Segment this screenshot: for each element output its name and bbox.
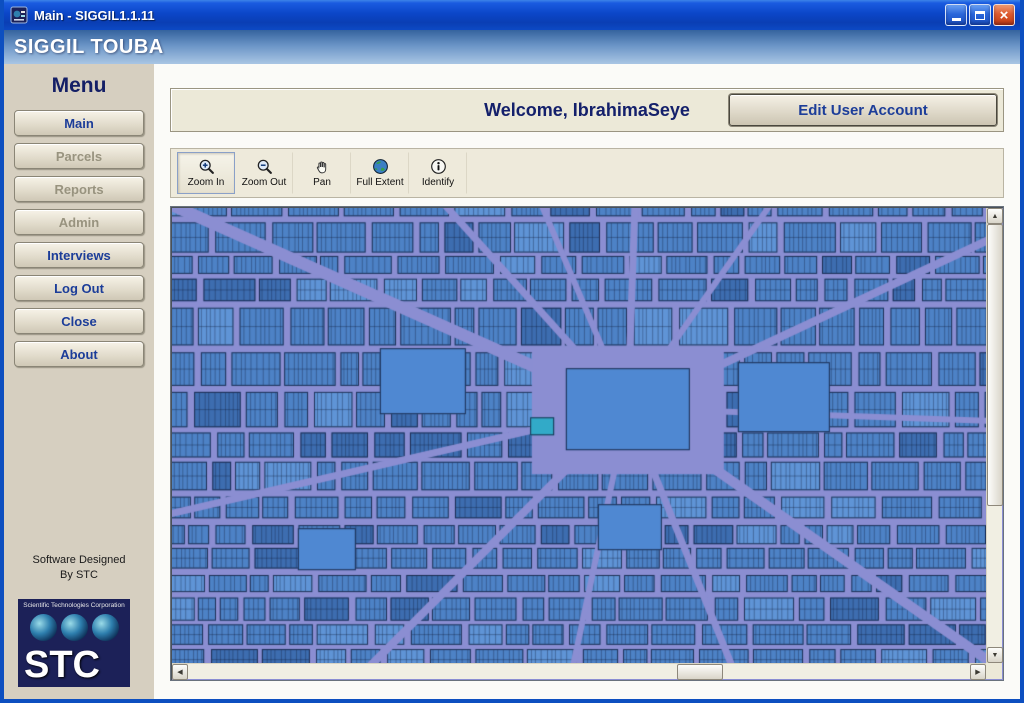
scrollbar-corner [986, 663, 1002, 679]
zoom-out-icon [257, 159, 272, 174]
pan-hand-icon [316, 161, 326, 174]
zoom-in-label: Zoom In [187, 177, 225, 188]
window-body: Menu Main Parcels Reports Admin Intervie… [4, 64, 1020, 699]
map-frame: ▲ ▼ ◀ ▶ [170, 206, 1004, 681]
minimize-button[interactable] [945, 4, 967, 26]
zoom-in-button[interactable]: Zoom In [177, 152, 235, 194]
zoom-in-icon [199, 159, 214, 174]
pan-label: Pan [313, 177, 331, 188]
app-window: Main - SIGGIL1.1.11 × SIGGIL TOUBA Menu … [0, 0, 1024, 703]
close-icon: × [999, 6, 1009, 24]
credit-line-1: Software Designed [32, 554, 126, 567]
scroll-down-button[interactable]: ▼ [987, 647, 1003, 663]
welcome-text: Welcome, IbrahimaSeye [484, 99, 690, 120]
app-icon[interactable] [10, 6, 28, 24]
zoom-out-button[interactable]: Zoom Out [235, 152, 293, 194]
sidebar-item-logout[interactable]: Log Out [14, 275, 144, 301]
credit-line-2: By STC [60, 569, 98, 582]
sidebar-item-reports: Reports [14, 176, 144, 202]
welcome-bar: Welcome, IbrahimaSeye Edit User Account [170, 88, 1004, 132]
globe-icon [60, 614, 88, 641]
sidebar-item-main[interactable]: Main [14, 110, 144, 136]
app-banner-title: SIGGIL TOUBA [14, 35, 164, 58]
edit-user-account-button[interactable]: Edit User Account [729, 94, 997, 126]
scroll-up-button[interactable]: ▲ [987, 208, 1003, 224]
pan-button[interactable]: Pan [293, 152, 351, 194]
full-extent-button[interactable]: Full Extent [351, 152, 409, 194]
menu-title: Menu [51, 74, 107, 97]
app-banner: SIGGIL TOUBA [4, 30, 1020, 64]
minimize-icon [951, 18, 961, 21]
map-viewport [172, 208, 986, 663]
stc-logo-caption: Scientific Technologies Corporation [23, 602, 125, 609]
main-content: Welcome, IbrahimaSeye Edit User Account … [154, 64, 1020, 699]
horizontal-scroll-thumb[interactable] [676, 664, 723, 680]
sidebar-item-parcels: Parcels [14, 143, 144, 169]
map-view[interactable] [172, 208, 986, 663]
sidebar: Menu Main Parcels Reports Admin Intervie… [4, 64, 154, 699]
identify-label: Identify [421, 177, 455, 188]
scroll-left-button[interactable]: ◀ [172, 664, 188, 680]
full-extent-globe-icon [372, 159, 388, 174]
stc-logo-globes [18, 614, 130, 641]
scroll-right-button[interactable]: ▶ [970, 664, 986, 680]
maximize-icon [975, 10, 985, 20]
globe-icon [29, 614, 57, 641]
horizontal-scrollbar[interactable]: ◀ ▶ [172, 663, 986, 680]
credit-text: Software Designed By STC [4, 553, 154, 583]
sidebar-item-interviews[interactable]: Interviews [14, 242, 144, 268]
zoom-out-label: Zoom Out [241, 177, 287, 188]
identify-button[interactable]: Identify [409, 152, 467, 194]
sidebar-item-about[interactable]: About [14, 341, 144, 367]
stc-logo: Scientific Technologies Corporation STC [18, 599, 130, 687]
close-button[interactable]: × [993, 4, 1015, 26]
window-title: Main - SIGGIL1.1.11 [34, 7, 155, 23]
vertical-scroll-thumb[interactable] [987, 224, 1003, 507]
globe-icon [91, 614, 119, 641]
identify-info-icon [430, 159, 446, 174]
sidebar-item-admin: Admin [14, 209, 144, 235]
sidebar-item-close[interactable]: Close [14, 308, 144, 334]
stc-logo-acronym: STC [24, 644, 100, 687]
vertical-scrollbar[interactable]: ▲ ▼ [986, 208, 1003, 663]
maximize-button[interactable] [969, 4, 991, 26]
map-toolbar: Zoom In Zoom Out Pan Full Extent Identif… [170, 148, 1004, 198]
full-extent-label: Full Extent [356, 177, 404, 188]
title-bar: Main - SIGGIL1.1.11 × [4, 0, 1020, 30]
